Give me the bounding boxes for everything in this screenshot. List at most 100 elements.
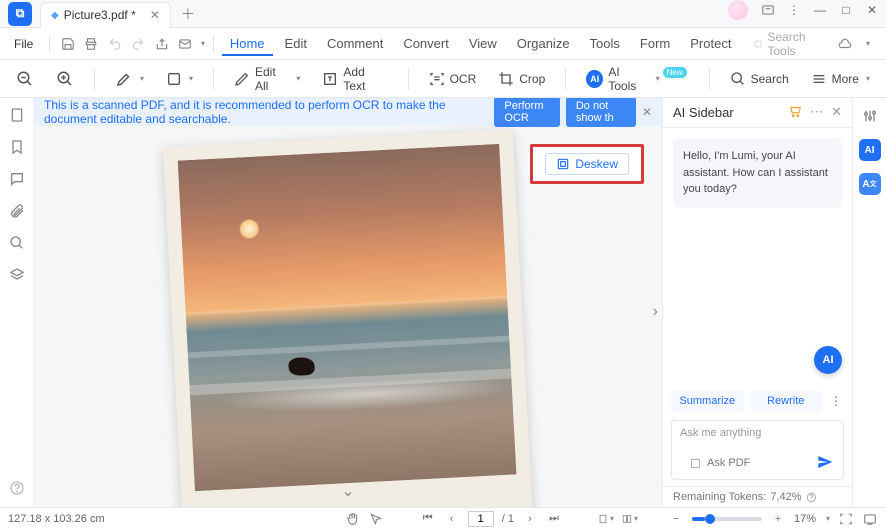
view-mode-icon[interactable]: ▾ bbox=[598, 511, 614, 527]
zoom-slider[interactable] bbox=[692, 517, 762, 521]
settings-panel-icon[interactable] bbox=[862, 108, 878, 127]
rewrite-button[interactable]: Rewrite bbox=[750, 390, 823, 412]
edit-all-label: Edit All bbox=[255, 65, 289, 93]
user-avatar[interactable] bbox=[728, 0, 748, 20]
first-page-icon[interactable]: ⏮ bbox=[420, 511, 436, 527]
select-tool-icon[interactable] bbox=[368, 511, 384, 527]
sidebar-close-icon[interactable]: ✕ bbox=[831, 104, 842, 121]
crop-label: Crop bbox=[519, 72, 545, 86]
menu-edit[interactable]: Edit bbox=[277, 32, 315, 55]
send-icon[interactable] bbox=[817, 454, 833, 473]
comments-icon[interactable] bbox=[8, 170, 26, 188]
menu-organize[interactable]: Organize bbox=[509, 32, 578, 55]
undo-icon[interactable] bbox=[105, 33, 124, 55]
window-maximize-button[interactable]: □ bbox=[836, 0, 856, 20]
window-minimize-button[interactable]: — bbox=[810, 0, 830, 20]
zoom-in-status-icon[interactable]: + bbox=[770, 511, 786, 527]
summarize-button[interactable]: Summarize bbox=[671, 390, 744, 412]
menu-form[interactable]: Form bbox=[632, 32, 678, 55]
cloud-icon[interactable] bbox=[835, 33, 854, 55]
help-icon[interactable] bbox=[8, 479, 26, 497]
last-page-icon[interactable]: ⏭ bbox=[546, 511, 562, 527]
save-icon[interactable] bbox=[58, 33, 77, 55]
next-page-icon[interactable]: › bbox=[522, 511, 538, 527]
prev-page-icon[interactable]: ‹ bbox=[444, 511, 460, 527]
ai-panel-icon[interactable]: AI bbox=[859, 139, 881, 161]
tokens-status: Remaining Tokens: 7,42% bbox=[663, 486, 852, 507]
deskew-label: Deskew bbox=[575, 157, 618, 171]
far-right-strip: AI A文 bbox=[852, 98, 886, 507]
zoom-in-button[interactable] bbox=[50, 67, 80, 91]
app-logo: ⧉ bbox=[8, 2, 32, 26]
edit-all-button[interactable]: Edit All▾ bbox=[228, 62, 306, 96]
page-input[interactable] bbox=[468, 511, 494, 527]
document-page[interactable] bbox=[163, 129, 533, 507]
translate-panel-icon[interactable]: A文 bbox=[859, 173, 881, 195]
bookmarks-icon[interactable] bbox=[8, 138, 26, 156]
layers-icon[interactable] bbox=[8, 266, 26, 284]
menu-tools[interactable]: Tools bbox=[582, 32, 628, 55]
menu-convert[interactable]: Convert bbox=[395, 32, 457, 55]
close-banner-icon[interactable]: ✕ bbox=[642, 105, 652, 119]
new-tab-button[interactable]: ＋ bbox=[181, 4, 195, 24]
menu-view[interactable]: View bbox=[461, 32, 505, 55]
menu-file[interactable]: File bbox=[6, 37, 41, 51]
ai-input[interactable]: Ask me anything Ask PDF bbox=[671, 420, 844, 480]
search-tools[interactable]: Search Tools bbox=[753, 30, 825, 58]
menu-comment[interactable]: Comment bbox=[319, 32, 391, 55]
add-text-label: Add Text bbox=[343, 65, 387, 93]
menu-home[interactable]: Home bbox=[222, 32, 273, 56]
tab-close-icon[interactable]: ✕ bbox=[150, 8, 160, 22]
zoom-out-button[interactable] bbox=[10, 67, 40, 91]
separator bbox=[213, 35, 214, 53]
scroll-down-icon[interactable]: ⌄ bbox=[341, 481, 354, 501]
deskew-button[interactable]: Deskew bbox=[545, 153, 629, 175]
search-label: Search bbox=[751, 72, 789, 86]
scroll-right-icon[interactable]: › bbox=[653, 303, 658, 321]
dropdown-caret-icon[interactable]: ▾ bbox=[201, 39, 205, 48]
fullscreen-icon[interactable] bbox=[862, 511, 878, 527]
quick-actions-more-icon[interactable]: ⋮ bbox=[828, 394, 844, 408]
email-icon[interactable] bbox=[176, 33, 195, 55]
highlight-button[interactable]: ▾ bbox=[109, 67, 150, 91]
separator bbox=[565, 68, 566, 90]
print-icon[interactable] bbox=[82, 33, 101, 55]
more-button[interactable]: More▾ bbox=[805, 68, 876, 90]
info-icon[interactable] bbox=[806, 492, 817, 503]
perform-ocr-button[interactable]: Perform OCR bbox=[494, 98, 559, 127]
separator bbox=[49, 35, 50, 53]
crop-button[interactable]: Crop bbox=[492, 68, 551, 90]
ocr-button[interactable]: OCR bbox=[423, 68, 483, 90]
redo-icon[interactable] bbox=[129, 33, 148, 55]
thumbnails-icon[interactable] bbox=[8, 106, 26, 124]
cart-icon[interactable] bbox=[788, 104, 802, 121]
notification-icon[interactable] bbox=[758, 0, 778, 20]
search-button[interactable]: Search bbox=[724, 68, 795, 90]
ai-quick-actions: Summarize Rewrite ⋮ bbox=[663, 384, 852, 418]
attachments-icon[interactable] bbox=[8, 202, 26, 220]
sidebar-more-icon[interactable]: ⋯ bbox=[810, 104, 823, 121]
ai-tools-button[interactable]: AIAI Tools▾New bbox=[580, 62, 694, 96]
dropdown-caret-icon[interactable]: ▾ bbox=[866, 39, 870, 48]
menu-protect[interactable]: Protect bbox=[682, 32, 739, 55]
left-sidebar bbox=[0, 98, 34, 507]
share-icon[interactable] bbox=[152, 33, 171, 55]
ai-float-button[interactable]: AI bbox=[814, 346, 842, 374]
fit-page-icon[interactable] bbox=[838, 511, 854, 527]
search-panel-icon[interactable] bbox=[8, 234, 26, 252]
document-canvas[interactable]: Deskew ⌄ bbox=[34, 126, 662, 507]
document-tab[interactable]: ◆ Picture3.pdf * ✕ bbox=[40, 2, 171, 28]
more-label: More bbox=[832, 72, 859, 86]
shape-button[interactable]: ▾ bbox=[160, 68, 199, 90]
reading-mode-icon[interactable]: ▾ bbox=[622, 511, 638, 527]
kebab-menu-icon[interactable]: ⋮ bbox=[784, 0, 804, 20]
add-text-button[interactable]: Add Text bbox=[316, 62, 393, 96]
zoom-out-status-icon[interactable]: − bbox=[668, 511, 684, 527]
ask-pdf-toggle[interactable]: Ask PDF bbox=[690, 457, 825, 469]
document-area: This is a scanned PDF, and it is recomme… bbox=[34, 98, 662, 507]
title-bar: ⧉ ◆ Picture3.pdf * ✕ ＋ ⋮ — □ ✕ bbox=[0, 0, 886, 28]
dismiss-ocr-button[interactable]: Do not show th bbox=[566, 98, 636, 127]
zoom-value[interactable]: 17% bbox=[794, 513, 816, 525]
window-close-button[interactable]: ✕ bbox=[862, 0, 882, 20]
hand-tool-icon[interactable] bbox=[344, 511, 360, 527]
